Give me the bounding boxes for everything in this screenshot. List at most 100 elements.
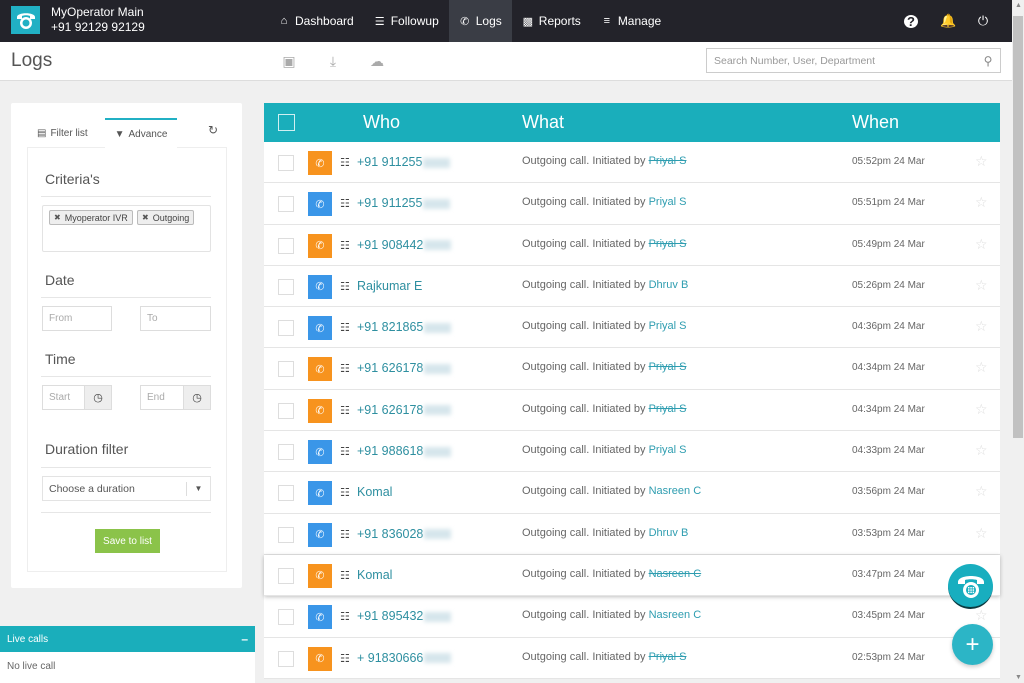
save-to-list-button[interactable]: Save to list (95, 529, 160, 553)
star-icon[interactable]: ☆ (975, 359, 988, 376)
star-icon[interactable]: ☆ (975, 277, 988, 294)
agent-link[interactable]: Priyal S (649, 444, 687, 456)
add-button[interactable]: + (952, 624, 993, 665)
scroll-thumb[interactable] (1013, 16, 1023, 438)
remove-chip-icon[interactable]: ✖ (54, 213, 61, 222)
agent-link[interactable]: Nasreen C (649, 485, 702, 497)
row-checkbox[interactable] (278, 361, 294, 378)
logo[interactable] (11, 6, 40, 34)
star-icon[interactable]: ☆ (975, 525, 988, 542)
agent-link[interactable]: Nasreen C (649, 568, 702, 580)
star-icon[interactable]: ☆ (975, 607, 988, 624)
table-row[interactable]: ✆ ☷ Komal Outgoing call. Initiated by Nasre… (264, 554, 1000, 597)
table-row[interactable]: ✆ ☷ +91 911255 Outgoing call. Initiated by … (264, 142, 1000, 184)
star-icon[interactable]: ☆ (975, 401, 988, 418)
tab-filter-list[interactable]: ▤ Filter list (37, 118, 88, 148)
caller-link[interactable]: Komal (357, 568, 392, 582)
caller-link[interactable]: +91 988618 (357, 444, 452, 458)
help-icon[interactable]: ? (904, 14, 918, 29)
scroll-up-arrow-icon[interactable]: ▲ (1015, 2, 1022, 9)
search-icon[interactable]: ⚲ (976, 54, 1000, 68)
caller-link[interactable]: Rajkumar E (357, 279, 422, 293)
table-row[interactable]: ✆ ☷ +91 988618 Outgoing call. Initiated by … (264, 431, 1000, 473)
agent-link[interactable]: Priyal S (649, 155, 687, 167)
star-icon[interactable]: ☆ (975, 318, 988, 335)
nav-dashboard[interactable]: ⌂ Dashboard (268, 0, 364, 42)
star-icon[interactable]: ☆ (975, 483, 988, 500)
caller-link[interactable]: +91 836028 (357, 527, 452, 541)
clock-icon[interactable]: ◷ (183, 386, 210, 409)
tab-advance[interactable]: ▼ Advance (105, 118, 177, 148)
agent-link[interactable]: Priyal S (649, 361, 687, 373)
table-row[interactable]: ✆ ☷ Rajkumar E Outgoing call. Initiated by … (264, 265, 1000, 308)
star-icon[interactable]: ☆ (975, 236, 988, 253)
agent-link[interactable]: Dhruv B (649, 279, 689, 291)
duration-select[interactable]: Choose a duration ▼ (42, 476, 211, 501)
caller-link[interactable]: +91 821865 (357, 320, 452, 334)
time-end-input[interactable] (141, 386, 183, 409)
caller-link[interactable]: +91 908442 (357, 238, 452, 252)
agent-link[interactable]: Priyal S (649, 238, 687, 250)
table-row[interactable]: ✆ ☷ +91 911255 Outgoing call. Initiated by … (264, 183, 1000, 225)
star-icon[interactable]: ☆ (975, 194, 988, 211)
table-row[interactable]: ✆ ☷ +91 836028 Outgoing call. Initiated by … (264, 513, 1000, 555)
nav-followup[interactable]: ☰ Followup (364, 0, 449, 42)
agent-link[interactable]: Priyal S (649, 196, 687, 208)
nav-manage[interactable]: ≡ Manage (591, 0, 671, 42)
row-checkbox[interactable] (278, 155, 294, 171)
time-start-input[interactable] (43, 386, 84, 409)
table-row[interactable]: ✆ ☷ +91 895432 Outgoing call. Initiated by … (264, 596, 1000, 638)
caller-link[interactable]: + 91830666 (357, 651, 452, 665)
caller-link[interactable]: +91 895432 (357, 609, 452, 623)
caller-link[interactable]: +91 626178 (357, 403, 452, 417)
row-checkbox[interactable] (278, 567, 294, 584)
row-checkbox[interactable] (278, 485, 294, 502)
date-from-input[interactable] (43, 307, 111, 330)
row-checkbox[interactable] (278, 526, 294, 543)
row-checkbox[interactable] (278, 402, 294, 419)
collapse-icon[interactable]: – (241, 632, 248, 646)
select-all-checkbox[interactable] (278, 114, 295, 131)
star-icon[interactable]: ☆ (975, 153, 988, 170)
caller-link[interactable]: Komal (357, 485, 392, 499)
caller-link[interactable]: +91 911255 (357, 155, 451, 169)
row-checkbox[interactable] (278, 196, 294, 213)
date-to-input[interactable] (141, 307, 210, 330)
table-row[interactable]: ✆ ☷ + 91830666 Outgoing call. Initiated by … (264, 637, 1000, 679)
row-checkbox[interactable] (278, 444, 294, 461)
clock-icon[interactable]: ◷ (84, 386, 111, 409)
table-row[interactable]: ✆ ☷ Komal Outgoing call. Initiated by Nasre… (264, 472, 1000, 514)
live-calls-header[interactable]: Live calls – (0, 626, 255, 652)
table-row[interactable]: ✆ ☷ +91 821865 Outgoing call. Initiated by … (264, 307, 1000, 349)
refresh-icon[interactable]: ↻ (208, 123, 218, 137)
remove-chip-icon[interactable]: ✖ (142, 213, 149, 222)
page-scrollbar[interactable]: ▲ ▼ (1012, 0, 1024, 683)
search-input[interactable] (707, 49, 976, 72)
download-icon[interactable]: ⤓ (326, 53, 340, 70)
archive-icon[interactable]: ▣ (282, 53, 296, 70)
account-info[interactable]: MyOperator Main +91 92129 92129 (51, 5, 145, 35)
row-checkbox[interactable] (278, 320, 294, 337)
agent-link[interactable]: Priyal S (649, 651, 687, 663)
agent-link[interactable]: Nasreen C (649, 609, 702, 621)
nav-reports[interactable]: ▩ Reports (512, 0, 591, 42)
agent-link[interactable]: Priyal S (649, 403, 687, 415)
bell-icon[interactable]: 🔔 (940, 13, 956, 29)
agent-link[interactable]: Dhruv B (649, 527, 689, 539)
row-checkbox[interactable] (278, 609, 294, 626)
caller-link[interactable]: +91 626178 (357, 361, 452, 375)
agent-link[interactable]: Priyal S (649, 320, 687, 332)
cloud-download-icon[interactable]: ☁ (370, 53, 384, 70)
row-checkbox[interactable] (278, 650, 294, 667)
row-checkbox[interactable] (278, 278, 294, 295)
dialer-button[interactable] (948, 564, 993, 609)
power-icon[interactable]: ⏻ (976, 13, 990, 29)
criteria-input[interactable]: ✖ Myoperator IVR ✖ Outgoing (42, 205, 211, 252)
scroll-down-arrow-icon[interactable]: ▼ (1015, 674, 1022, 681)
row-checkbox[interactable] (278, 237, 294, 254)
table-row[interactable]: ✆ ☷ +91 626178 Outgoing call. Initiated by … (264, 389, 1000, 432)
nav-logs[interactable]: ✆ Logs (448, 0, 512, 42)
star-icon[interactable]: ☆ (975, 442, 988, 459)
table-row[interactable]: ✆ ☷ +91 626178 Outgoing call. Initiated by … (264, 348, 1000, 390)
table-row[interactable]: ✆ ☷ +91 908442 Outgoing call. Initiated by … (264, 224, 1000, 266)
